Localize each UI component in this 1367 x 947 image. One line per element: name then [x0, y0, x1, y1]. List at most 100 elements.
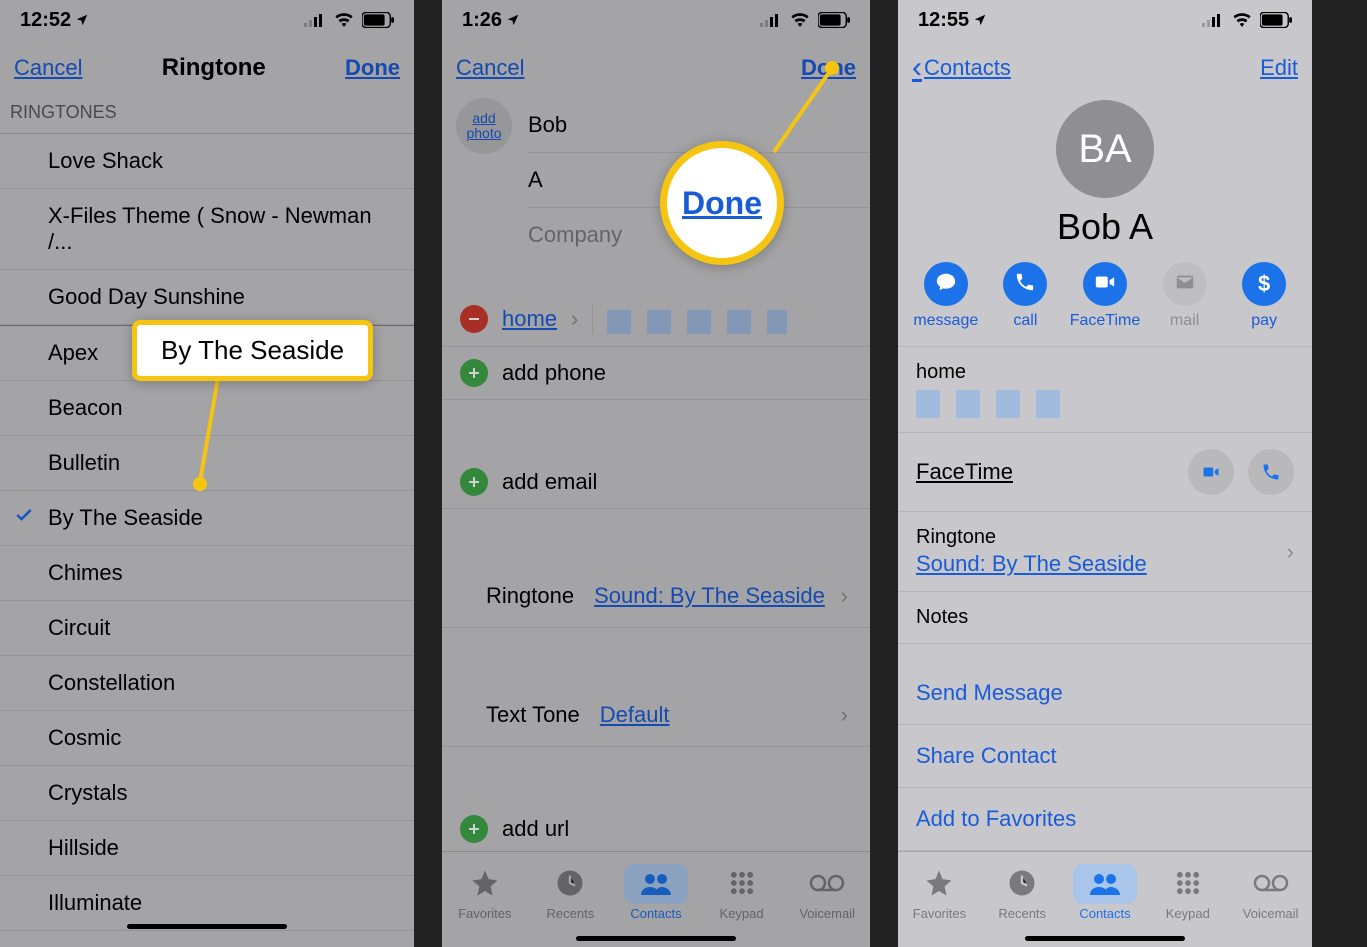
- mail-icon: [1174, 271, 1196, 298]
- add-url-button[interactable]: add url: [442, 803, 870, 855]
- home-indicator[interactable]: [576, 936, 736, 941]
- action-message[interactable]: message: [909, 262, 983, 330]
- phone-label[interactable]: home: [502, 306, 557, 332]
- cancel-button[interactable]: Cancel: [14, 55, 82, 81]
- action-facetime[interactable]: FaceTime: [1068, 262, 1142, 330]
- plus-icon: [460, 359, 488, 387]
- add-email-button[interactable]: add email: [442, 456, 870, 509]
- phone-icon: [1014, 271, 1036, 298]
- tab-voicemail[interactable]: Voicemail: [784, 852, 870, 947]
- ringtone-label: Love Shack: [48, 148, 163, 174]
- ringtone-section[interactable]: Ringtone Sound: By The Seaside ›: [898, 512, 1312, 592]
- ringtone-row[interactable]: Night Owl: [0, 931, 414, 947]
- tab-keypad[interactable]: Keypad: [1146, 852, 1229, 947]
- chevron-right-icon: ›: [841, 702, 848, 728]
- wifi-icon: [790, 13, 810, 27]
- ringtone-label: Apex: [48, 340, 98, 366]
- contact-name: Bob A: [898, 206, 1312, 248]
- ringtone-row[interactable]: Circuit: [0, 601, 414, 656]
- tab-favorites[interactable]: Favorites: [442, 852, 528, 947]
- action-pay[interactable]: $ pay: [1227, 262, 1301, 330]
- location-icon: [71, 13, 89, 27]
- contacts-icon: [1088, 868, 1122, 901]
- ringtone-label: Bulletin: [48, 450, 120, 476]
- done-button[interactable]: Done: [345, 55, 400, 81]
- status-bar: 12:55: [898, 0, 1312, 40]
- add-email-label: add email: [502, 469, 597, 495]
- tab-contacts[interactable]: Contacts: [613, 852, 699, 947]
- status-bar: 12:52: [0, 0, 414, 40]
- add-to-favorites-button[interactable]: Add to Favorites: [898, 788, 1312, 851]
- ringtone-row[interactable]: Chimes: [0, 546, 414, 601]
- status-time: 12:52: [20, 9, 71, 32]
- ringtone-label: Illuminate: [48, 890, 142, 916]
- page-title: Ringtone: [82, 54, 345, 82]
- status-time: 12:55: [918, 9, 969, 32]
- ringtone-row[interactable]: Love Shack: [0, 134, 414, 189]
- redacted-phone: [607, 310, 787, 334]
- redacted-phone: [916, 390, 1076, 418]
- chevron-right-icon: ›: [841, 583, 848, 609]
- ringtone-label: Hillside: [48, 835, 119, 861]
- facetime-section: FaceTime: [898, 433, 1312, 512]
- callout-done: Done: [660, 141, 784, 265]
- facetime-video-button[interactable]: [1188, 449, 1234, 495]
- voicemail-icon: [1253, 873, 1289, 896]
- video-icon: [1093, 271, 1117, 298]
- ringtone-row[interactable]: Good Day Sunshine: [0, 270, 414, 325]
- texttone-row[interactable]: Text Tone Default ›: [442, 684, 870, 747]
- tab-contacts[interactable]: Contacts: [1064, 852, 1147, 947]
- cellular-icon: [304, 13, 326, 27]
- home-indicator[interactable]: [1025, 936, 1185, 941]
- facetime-audio-button[interactable]: [1248, 449, 1294, 495]
- star-icon: [924, 868, 954, 901]
- back-button[interactable]: ‹ Contacts: [912, 51, 1011, 85]
- message-icon: [935, 271, 957, 298]
- chevron-right-icon: ›: [1287, 539, 1294, 565]
- ringtone-row[interactable]: Illuminate: [0, 876, 414, 931]
- texttone-value: Default: [600, 702, 831, 728]
- cancel-button[interactable]: Cancel: [456, 55, 524, 81]
- pay-icon: $: [1258, 271, 1270, 297]
- battery-icon: [362, 12, 394, 28]
- ringtone-row[interactable]: Crystals: [0, 766, 414, 821]
- leader-line: [762, 60, 842, 170]
- minus-icon[interactable]: [460, 305, 488, 333]
- avatar: BA: [1056, 100, 1154, 198]
- clock-icon: [1007, 868, 1037, 901]
- tab-recents[interactable]: Recents: [981, 852, 1064, 947]
- tab-keypad[interactable]: Keypad: [699, 852, 785, 947]
- add-phone-button[interactable]: add phone: [442, 347, 870, 400]
- ringtone-row[interactable]: Ringtone Sound: By The Seaside ›: [442, 565, 870, 628]
- ringtone-row[interactable]: By The Seaside: [0, 491, 414, 546]
- tab-bar: Favorites Recents Contacts Keypad Voicem…: [898, 851, 1312, 947]
- edit-button[interactable]: Edit: [1260, 55, 1298, 81]
- notes-section[interactable]: Notes: [898, 592, 1312, 644]
- ringtone-row[interactable]: X-Files Theme ( Snow - Newman /...: [0, 189, 414, 270]
- ringtone-label: X-Files Theme ( Snow - Newman /...: [48, 203, 402, 255]
- checkmark-icon: [14, 505, 34, 531]
- phone-row-home[interactable]: home ›: [442, 292, 870, 347]
- ringtone-row[interactable]: Cosmic: [0, 711, 414, 766]
- ringtone-row[interactable]: Hillside: [0, 821, 414, 876]
- action-mail: mail: [1148, 262, 1222, 330]
- phone-section[interactable]: home: [898, 347, 1312, 433]
- wifi-icon: [1232, 13, 1252, 27]
- add-phone-label: add phone: [502, 360, 606, 386]
- home-indicator[interactable]: [127, 924, 287, 929]
- ringtone-label: Beacon: [48, 395, 123, 421]
- star-icon: [470, 868, 500, 901]
- send-message-button[interactable]: Send Message: [898, 662, 1312, 725]
- action-call[interactable]: call: [988, 262, 1062, 330]
- share-contact-button[interactable]: Share Contact: [898, 725, 1312, 788]
- add-photo-button[interactable]: addphoto: [456, 98, 512, 154]
- ringtone-row[interactable]: Constellation: [0, 656, 414, 711]
- leader-line: [190, 378, 230, 498]
- tab-voicemail[interactable]: Voicemail: [1229, 852, 1312, 947]
- texttone-label: Text Tone: [486, 702, 580, 728]
- facetime-label: FaceTime: [916, 459, 1013, 485]
- section-header: RINGTONES: [0, 96, 414, 134]
- tab-recents[interactable]: Recents: [528, 852, 614, 947]
- tab-favorites[interactable]: Favorites: [898, 852, 981, 947]
- nav-bar: Cancel Ringtone Done: [0, 40, 414, 96]
